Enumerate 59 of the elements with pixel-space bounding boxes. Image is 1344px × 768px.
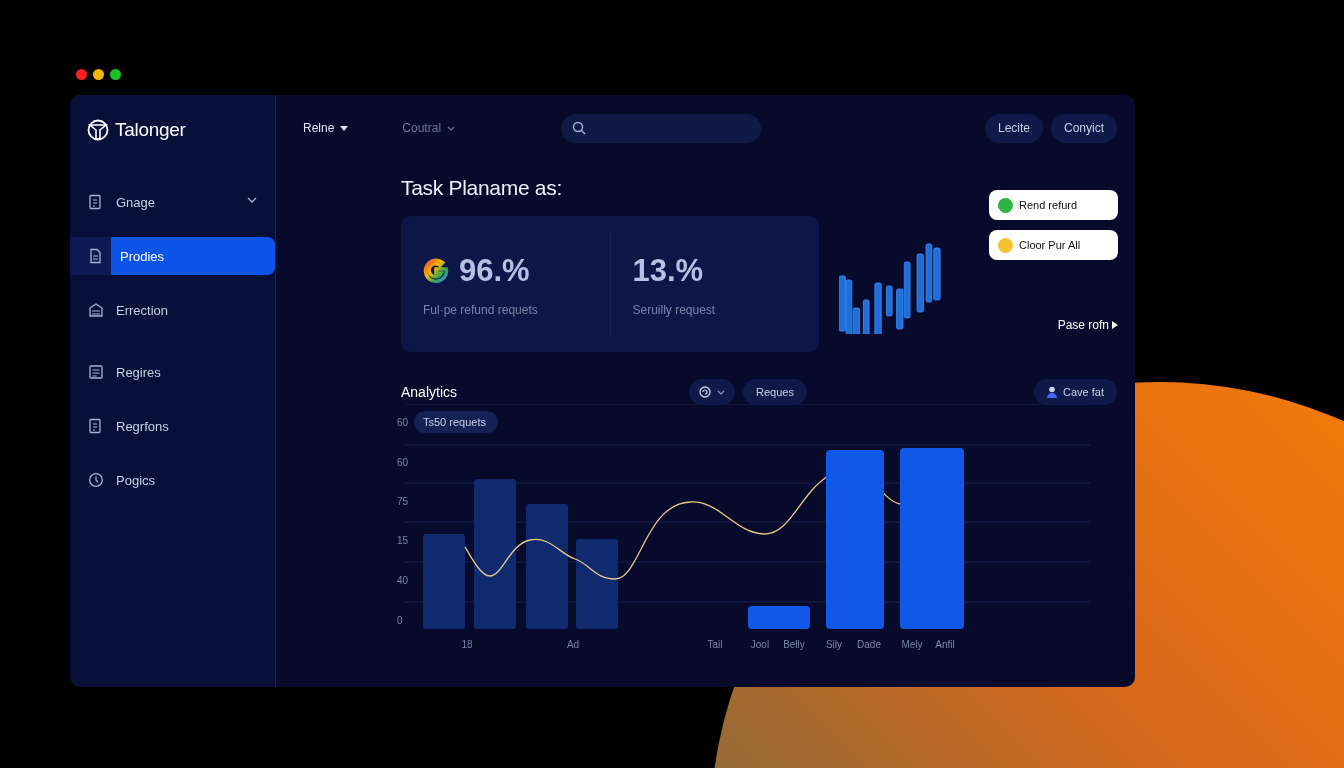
axis-label: 40 bbox=[397, 575, 409, 586]
header-button[interactable]: Lecite bbox=[984, 113, 1043, 143]
g-logo-icon bbox=[423, 258, 449, 284]
dropdown-menu[interactable]: Coutral bbox=[402, 121, 456, 135]
dropdown-menu[interactable]: Relne bbox=[303, 121, 349, 135]
sidebar-item[interactable]: Gnage bbox=[70, 183, 275, 221]
axis-label: 60 bbox=[397, 457, 409, 468]
axis-label: Jool bbox=[750, 639, 770, 650]
stat-value: 96.% bbox=[459, 253, 530, 289]
search-icon bbox=[572, 121, 587, 135]
axis-label: Ad bbox=[566, 639, 580, 650]
refresh-icon bbox=[699, 386, 712, 398]
section-title: Analytics bbox=[401, 384, 458, 400]
stat-label: Seruilly request bbox=[632, 303, 717, 317]
axis-label: 15 bbox=[397, 535, 409, 546]
caret-icon bbox=[717, 389, 726, 395]
axis-label: 60 bbox=[397, 417, 409, 428]
axis-label: Mely bbox=[901, 639, 923, 650]
sidebar-item[interactable]: Regrfons bbox=[70, 407, 275, 445]
document-icon bbox=[88, 418, 104, 434]
document-icon bbox=[88, 194, 104, 210]
logo-icon bbox=[87, 119, 109, 141]
stat-value: 13.% bbox=[632, 253, 704, 289]
axis-label: Dade bbox=[857, 639, 881, 650]
stat-label: Ful·pe refund requets bbox=[423, 303, 539, 317]
axis-label: Sily bbox=[825, 639, 843, 650]
filter-button[interactable]: Reques bbox=[743, 379, 807, 405]
more-link[interactable]: Pase rofn bbox=[1057, 318, 1118, 332]
axis-label: Anfil bbox=[935, 639, 955, 650]
page-heading: Task Planame as: bbox=[401, 176, 563, 201]
play-icon bbox=[1112, 321, 1118, 329]
chart-bar bbox=[748, 606, 810, 629]
person-icon bbox=[1047, 386, 1058, 398]
clock-icon bbox=[88, 472, 104, 488]
axis-label: 18 bbox=[461, 639, 473, 650]
axis-label: Tail bbox=[707, 639, 723, 650]
sidebar-item[interactable]: Errection bbox=[70, 291, 275, 329]
search-field[interactable] bbox=[561, 113, 762, 143]
close-dot[interactable] bbox=[76, 69, 87, 80]
axis-label: 75 bbox=[397, 496, 409, 507]
sidebar-item[interactable]: Prodies bbox=[70, 237, 275, 275]
caret-icon bbox=[447, 125, 456, 131]
axis-label: Belly bbox=[783, 639, 805, 650]
chart-type-dropdown[interactable] bbox=[689, 379, 736, 405]
maximize-dot[interactable] bbox=[110, 69, 121, 80]
sidebar-item[interactable]: Regires bbox=[70, 353, 275, 391]
sidebar-item[interactable]: Pogics bbox=[70, 461, 275, 499]
axis-label: 0 bbox=[397, 615, 403, 626]
list-icon bbox=[88, 364, 104, 380]
folder-icon bbox=[88, 302, 104, 318]
file-icon bbox=[88, 248, 104, 264]
brand-name: Talonger bbox=[115, 119, 186, 141]
caret-icon bbox=[340, 125, 349, 131]
minimize-dot[interactable] bbox=[93, 69, 104, 80]
badge-label: Ts50 requets bbox=[423, 416, 486, 428]
action-button[interactable]: Rend refurd bbox=[989, 190, 1118, 220]
action-button[interactable]: Cloor Pur All bbox=[989, 230, 1118, 260]
header-button[interactable]: Conyict bbox=[1051, 113, 1117, 143]
save-button[interactable]: Cave fat bbox=[1034, 379, 1117, 405]
